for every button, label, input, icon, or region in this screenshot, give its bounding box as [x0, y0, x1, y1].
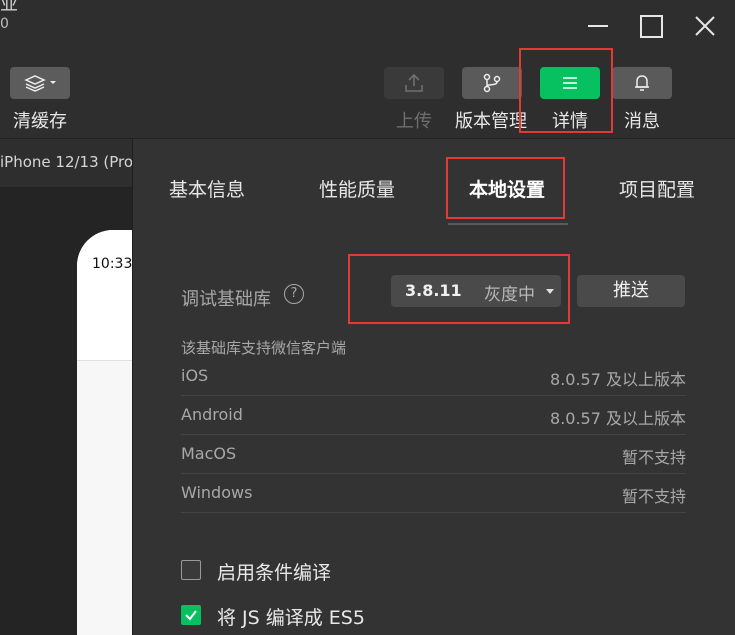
support-version: 8.0.57 及以上版本 [550, 409, 686, 428]
support-row: Android 8.0.57 及以上版本 [181, 396, 686, 435]
maximize-icon [639, 14, 663, 38]
version-label: 版本管理 [455, 111, 527, 132]
tab-project-config[interactable]: 项目配置 [619, 175, 695, 202]
clear-cache-button[interactable]: 清缓存 [10, 67, 70, 133]
conditional-compile-label: 启用条件编译 [217, 562, 332, 584]
tab-basic-info[interactable]: 基本信息 [169, 175, 245, 202]
version-icon-button[interactable] [462, 67, 522, 99]
clear-cache-icon-button[interactable] [10, 67, 70, 99]
support-version: 8.0.57 及以上版本 [550, 370, 686, 389]
window-subtitle-partial: 0 [0, 16, 9, 32]
tab-local-settings[interactable]: 本地设置 [469, 175, 545, 202]
maximize-button[interactable] [635, 10, 667, 42]
layers-icon [24, 75, 56, 92]
support-os: iOS [181, 366, 209, 385]
active-tab-indicator [448, 223, 568, 225]
upload-label: 上传 [396, 111, 432, 132]
detail-label: 详情 [552, 111, 588, 132]
message-label: 消息 [624, 111, 660, 132]
support-os: MacOS [181, 444, 237, 463]
upload-icon-button[interactable] [384, 67, 444, 99]
branch-icon [483, 73, 501, 93]
debug-lib-status: 灰度中 [484, 285, 535, 305]
support-version: 暂不支持 [621, 448, 686, 467]
detail-button[interactable]: 详情 [540, 67, 600, 133]
bell-icon [635, 75, 649, 91]
device-name: iPhone 12/13 (Pro [0, 153, 134, 171]
menu-icon [563, 77, 577, 89]
phone-header [77, 230, 132, 361]
chevron-down-icon [546, 289, 554, 294]
simulator-area: 10:33 [0, 188, 132, 635]
support-os: Windows [181, 483, 253, 502]
message-icon-button[interactable] [612, 67, 672, 99]
status-time: 10:33 [92, 256, 132, 272]
debug-lib-version: 3.8.11 [405, 281, 462, 300]
minimize-button[interactable] [582, 10, 614, 42]
support-title: 该基础库支持微信客户端 [181, 339, 347, 357]
message-button[interactable]: 消息 [612, 67, 672, 133]
support-row: Windows 暂不支持 [181, 474, 686, 513]
toolbar: 清缓存 上传 版本管理 详情 消息 [0, 52, 735, 139]
push-button[interactable]: 推送 [577, 275, 685, 307]
support-row: MacOS 暂不支持 [181, 435, 686, 474]
detail-icon-button[interactable] [540, 67, 600, 99]
upload-icon [405, 73, 423, 92]
tab-bar: 基本信息 性能质量 本地设置 项目配置 [133, 139, 735, 225]
debug-lib-select[interactable]: 3.8.11 灰度中 [391, 275, 561, 307]
help-icon[interactable]: ? [284, 284, 304, 304]
close-icon [695, 16, 715, 36]
minimize-icon [588, 25, 608, 27]
check-icon [185, 610, 197, 621]
conditional-compile-checkbox[interactable] [181, 560, 201, 580]
debug-lib-row: 调试基础库 ? 3.8.11 灰度中 推送 [181, 275, 691, 321]
debug-lib-label: 调试基础库 [181, 289, 271, 310]
support-row: iOS 8.0.57 及以上版本 [181, 357, 686, 396]
detail-panel: 基本信息 性能质量 本地设置 项目配置 调试基础库 ? 3.8.11 灰度中 推… [132, 139, 735, 635]
device-selector[interactable]: iPhone 12/13 (Pro [0, 139, 134, 188]
support-version: 暂不支持 [621, 487, 686, 506]
close-button[interactable] [689, 10, 721, 42]
support-os: Android [181, 405, 243, 424]
version-management-button[interactable]: 版本管理 [455, 67, 527, 133]
js-to-es5-label: 将 JS 编译成 ES5 [217, 607, 365, 629]
tab-performance[interactable]: 性能质量 [319, 175, 395, 202]
upload-button[interactable]: 上传 [384, 67, 444, 133]
clear-cache-label: 清缓存 [13, 111, 67, 132]
support-table: iOS 8.0.57 及以上版本 Android 8.0.57 及以上版本 Ma… [181, 357, 686, 513]
js-to-es5-checkbox[interactable] [181, 605, 201, 625]
title-bar: 业 0 [0, 0, 735, 52]
phone-content [77, 361, 132, 635]
window-title-partial: 业 [0, 0, 18, 15]
phone-frame: 10:33 [77, 230, 132, 635]
